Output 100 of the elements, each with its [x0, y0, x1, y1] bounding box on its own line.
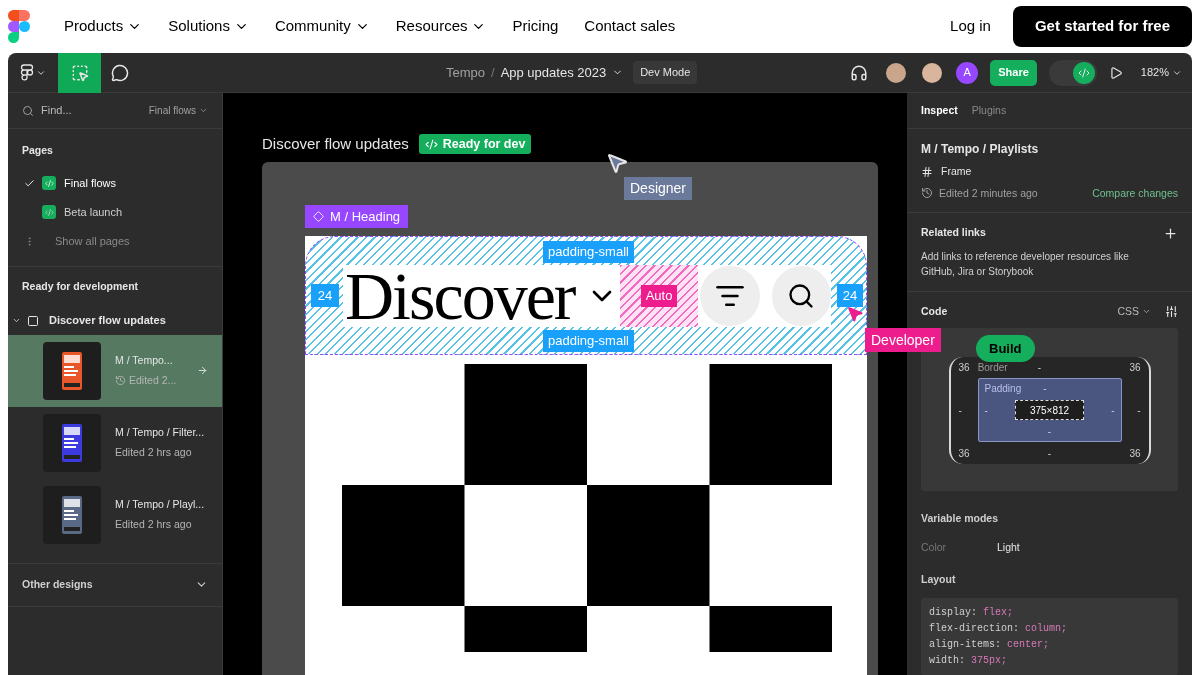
- square-icon: [27, 314, 39, 327]
- related-links-description: Add links to reference developer resources like GitHub, Jira or Storybook: [921, 250, 1130, 279]
- page-filter-dropdown[interactable]: Final flows: [148, 103, 208, 118]
- code-line: flex-direction: column;: [929, 622, 1069, 636]
- cursor-label: Developer: [865, 328, 941, 352]
- history-icon: [115, 374, 126, 386]
- nav-link[interactable]: Pricing: [512, 15, 559, 38]
- padding-label: 24: [837, 284, 863, 307]
- code-line: display: flex;: [929, 606, 1015, 620]
- nav-link[interactable]: Products: [64, 15, 143, 38]
- frame-subtitle: Edited 2...: [129, 372, 177, 388]
- login-link[interactable]: Log in: [950, 15, 991, 38]
- padding-value: -: [1047, 425, 1052, 440]
- frame-item[interactable]: M / Tempo... Edited 2...: [8, 334, 222, 407]
- search-icon: [787, 281, 816, 310]
- code-badge-icon: [42, 205, 56, 220]
- compare-changes-link[interactable]: Compare changes: [1092, 185, 1178, 202]
- section-heading: Layout: [921, 572, 957, 588]
- variable-value: Light: [997, 539, 1020, 555]
- play-icon[interactable]: [1108, 65, 1123, 80]
- dev-mode-toggle[interactable]: [1048, 59, 1097, 86]
- logo-icon[interactable]: [8, 10, 30, 43]
- section-heading: Code: [921, 304, 948, 319]
- mode-badge: Dev Mode: [633, 61, 698, 84]
- nav-link[interactable]: Resources: [395, 15, 487, 38]
- frame-title: M / Tempo / Playl...: [115, 496, 206, 512]
- hash-icon: [921, 165, 933, 178]
- padding-value: -: [1043, 382, 1047, 397]
- frame-title: M / Tempo...: [115, 352, 174, 368]
- pointer-icon: [70, 63, 89, 82]
- frame-item[interactable]: M / Tempo / Playl... Edited 2 hrs ago: [8, 478, 222, 551]
- code-line: align-items: center;: [929, 638, 1051, 652]
- cursor-icon: [846, 305, 864, 323]
- padding-value: -: [984, 403, 988, 418]
- logo-icon: [20, 63, 34, 82]
- build-tag: Build: [976, 334, 1035, 362]
- panel-tab[interactable]: Plugins: [971, 102, 1007, 119]
- section-heading: Ready for development: [21, 278, 140, 294]
- layer-type: Frame: [941, 163, 972, 179]
- project-name[interactable]: Tempo: [445, 62, 485, 83]
- cursor-icon: [605, 151, 629, 175]
- frame-item[interactable]: M / Tempo / Filter... Edited 2 hrs ago: [8, 406, 222, 479]
- add-icon[interactable]: [1163, 225, 1178, 241]
- language-dropdown[interactable]: CSS: [1117, 304, 1151, 320]
- panel-tab[interactable]: Inspect: [921, 102, 958, 119]
- code-icon: [1077, 66, 1090, 79]
- search-input[interactable]: Find...: [41, 102, 131, 119]
- section-heading: Pages: [21, 143, 54, 158]
- avatar[interactable]: A: [956, 61, 979, 84]
- radius-value: 36: [1129, 360, 1141, 375]
- frame-subtitle: Edited 2 hrs ago: [115, 444, 192, 460]
- comment-icon: [111, 63, 129, 82]
- zoom-menu[interactable]: 182%: [1140, 64, 1182, 81]
- border-label: Border: [977, 360, 1008, 375]
- status-label: Ready for dev: [442, 135, 526, 153]
- check-icon: [24, 177, 35, 189]
- heading-title: Discover: [345, 261, 575, 330]
- component-icon: [313, 211, 324, 222]
- frame-subtitle: Edited 2 hrs ago: [115, 516, 192, 532]
- size-value: 375×812: [1014, 400, 1085, 421]
- radius-value: 36: [1129, 446, 1141, 461]
- variable-name: Color: [921, 539, 948, 555]
- search-button[interactable]: [771, 265, 831, 326]
- file-name[interactable]: App updates 2023: [500, 62, 607, 83]
- get-started-button[interactable]: Get started for free: [1012, 6, 1192, 47]
- page-item[interactable]: Beta launch: [8, 197, 222, 227]
- filter-button[interactable]: [700, 265, 760, 326]
- arrow-right-icon[interactable]: [197, 365, 208, 376]
- section-heading: Variable modes: [921, 510, 1000, 526]
- headphones-icon[interactable]: [850, 63, 869, 82]
- border-value: -: [958, 403, 962, 418]
- padding-value: -: [1111, 403, 1115, 418]
- padding-label: padding-small: [543, 330, 634, 352]
- nav-link[interactable]: Contact sales: [584, 15, 676, 38]
- nav-link[interactable]: Community: [274, 15, 370, 38]
- nav-link[interactable]: Solutions: [168, 15, 249, 38]
- padding-label: 24: [311, 284, 339, 307]
- caret-icon: [12, 316, 21, 325]
- cursor-label: Designer: [624, 177, 693, 200]
- page-item[interactable]: Final flows: [8, 168, 222, 198]
- show-all-pages-link[interactable]: Show all pages: [8, 226, 222, 256]
- edited-time: Edited 2 minutes ago: [939, 185, 1038, 201]
- code-badge-icon: [42, 176, 56, 191]
- layer-name: M / Tempo / Playlists: [921, 140, 1040, 158]
- sliders-icon[interactable]: [1165, 305, 1178, 319]
- gap-label: Auto: [640, 284, 678, 307]
- frame-title: Discover flow updates: [262, 133, 409, 154]
- search-icon: [22, 104, 34, 117]
- border-value: -: [1047, 446, 1052, 461]
- radius-value: 36: [958, 446, 970, 461]
- code-line: width: 375px;: [929, 654, 1009, 668]
- search-field[interactable]: Find...: [22, 102, 149, 119]
- border-value: -: [1037, 360, 1041, 375]
- other-designs-item[interactable]: Other designs: [8, 563, 222, 606]
- history-icon: [921, 187, 933, 200]
- breadcrumb-separator: /: [491, 63, 495, 82]
- section-item[interactable]: Discover flow updates: [8, 306, 222, 335]
- frame-title: M / Tempo / Filter...: [115, 424, 206, 440]
- border-value: -: [1137, 403, 1141, 418]
- section-heading: Related links: [921, 225, 986, 241]
